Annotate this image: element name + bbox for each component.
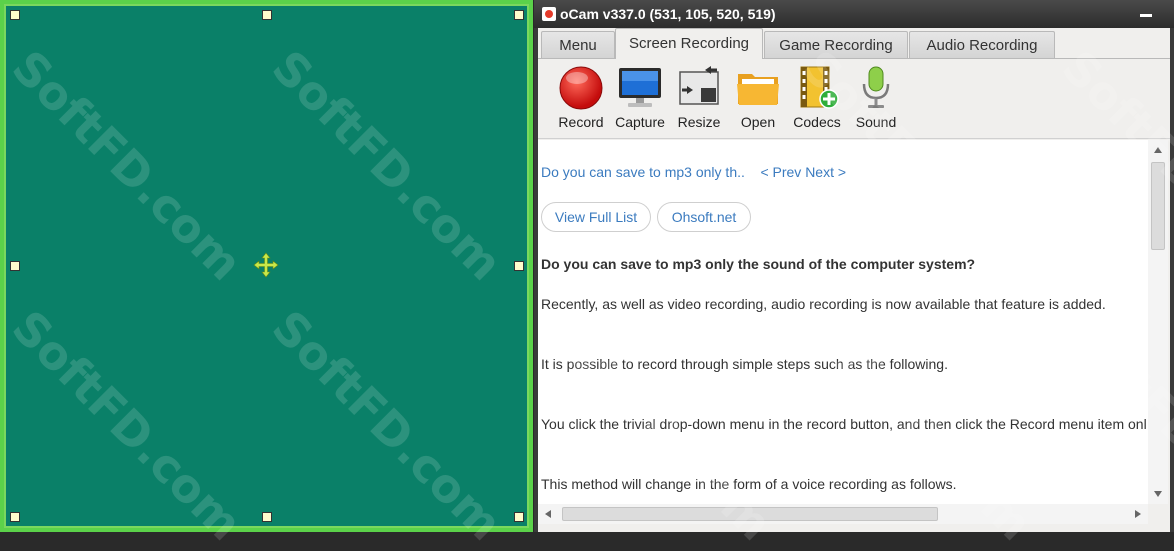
- article-heading: Do you can save to mp3 only the sound of…: [541, 256, 976, 272]
- resize-handle-bottom[interactable]: [262, 512, 272, 522]
- article-paragraph: Recently, as well as video recording, au…: [541, 296, 1106, 312]
- view-full-list-button[interactable]: View Full List: [541, 202, 651, 232]
- open-label: Open: [740, 114, 776, 130]
- record-label: Record: [558, 114, 604, 130]
- record-icon: [559, 66, 603, 110]
- vertical-scroll-thumb[interactable]: [1151, 162, 1165, 250]
- resize-handle-bottom-right[interactable]: [514, 512, 524, 522]
- tab-audio-recording[interactable]: Audio Recording: [909, 31, 1055, 58]
- resize-icon: [679, 66, 719, 105]
- article-paragraph: You click the trivial drop-down menu in …: [541, 416, 1147, 432]
- news-title-link[interactable]: Do you can save to mp3 only th..: [541, 164, 745, 180]
- ohsoft-link-button[interactable]: Ohsoft.net: [657, 202, 751, 232]
- open-button[interactable]: Open: [728, 64, 788, 136]
- resize-handle-left[interactable]: [10, 261, 20, 271]
- move-crosshair-icon[interactable]: [253, 252, 279, 278]
- film-icon: [800, 66, 839, 109]
- resize-handle-bottom-left[interactable]: [10, 512, 20, 522]
- tab-menu[interactable]: Menu: [541, 31, 615, 58]
- codecs-label: Codecs: [793, 114, 841, 130]
- window-title: oCam v337.0 (531, 105, 520, 519): [560, 6, 776, 22]
- client-area: Menu Screen Recording Game Recording Aud…: [538, 28, 1170, 532]
- horizontal-scrollbar[interactable]: [538, 504, 1148, 524]
- monitor-icon: [619, 68, 661, 107]
- article-paragraph: This method will change in the form of a…: [541, 476, 957, 492]
- tab-game-recording[interactable]: Game Recording: [764, 31, 908, 58]
- sound-label: Sound: [855, 114, 897, 130]
- ocam-window: oCam v337.0 (531, 105, 520, 519) Menu Sc…: [534, 0, 1174, 532]
- news-nav: Do you can save to mp3 only th.. < Prev …: [541, 164, 846, 180]
- resize-handle-right[interactable]: [514, 261, 524, 271]
- scroll-right-icon[interactable]: [1134, 509, 1142, 519]
- resize-handle-top-right[interactable]: [514, 10, 524, 20]
- sound-button[interactable]: Sound: [846, 64, 906, 136]
- app-icon: [542, 7, 556, 21]
- capture-region[interactable]: [0, 0, 533, 532]
- resize-label: Resize: [677, 114, 721, 130]
- news-panel: Do you can save to mp3 only th.. < Prev …: [538, 140, 1148, 504]
- resize-handle-top[interactable]: [262, 10, 272, 20]
- prev-next-link[interactable]: < Prev Next >: [760, 164, 846, 180]
- folder-icon: [737, 74, 779, 105]
- horizontal-scroll-thumb[interactable]: [562, 507, 938, 521]
- minimize-button[interactable]: [1140, 14, 1152, 17]
- scroll-down-icon[interactable]: [1153, 490, 1163, 498]
- vertical-scrollbar[interactable]: [1148, 140, 1168, 504]
- microphone-icon: [862, 66, 890, 108]
- title-bar[interactable]: oCam v337.0 (531, 105, 520, 519): [534, 0, 1174, 28]
- capture-label: Capture: [615, 114, 665, 130]
- scroll-up-icon[interactable]: [1153, 146, 1163, 154]
- codecs-button[interactable]: Codecs: [787, 64, 847, 136]
- article-paragraph: It is possible to record through simple …: [541, 356, 948, 372]
- resize-handle-top-left[interactable]: [10, 10, 20, 20]
- resize-button[interactable]: Resize: [669, 64, 729, 136]
- scroll-left-icon[interactable]: [544, 509, 552, 519]
- record-button[interactable]: Record: [551, 64, 611, 136]
- capture-button[interactable]: Capture: [610, 64, 670, 136]
- toolbar-divider: [538, 138, 1170, 139]
- tab-screen-recording[interactable]: Screen Recording: [615, 28, 763, 59]
